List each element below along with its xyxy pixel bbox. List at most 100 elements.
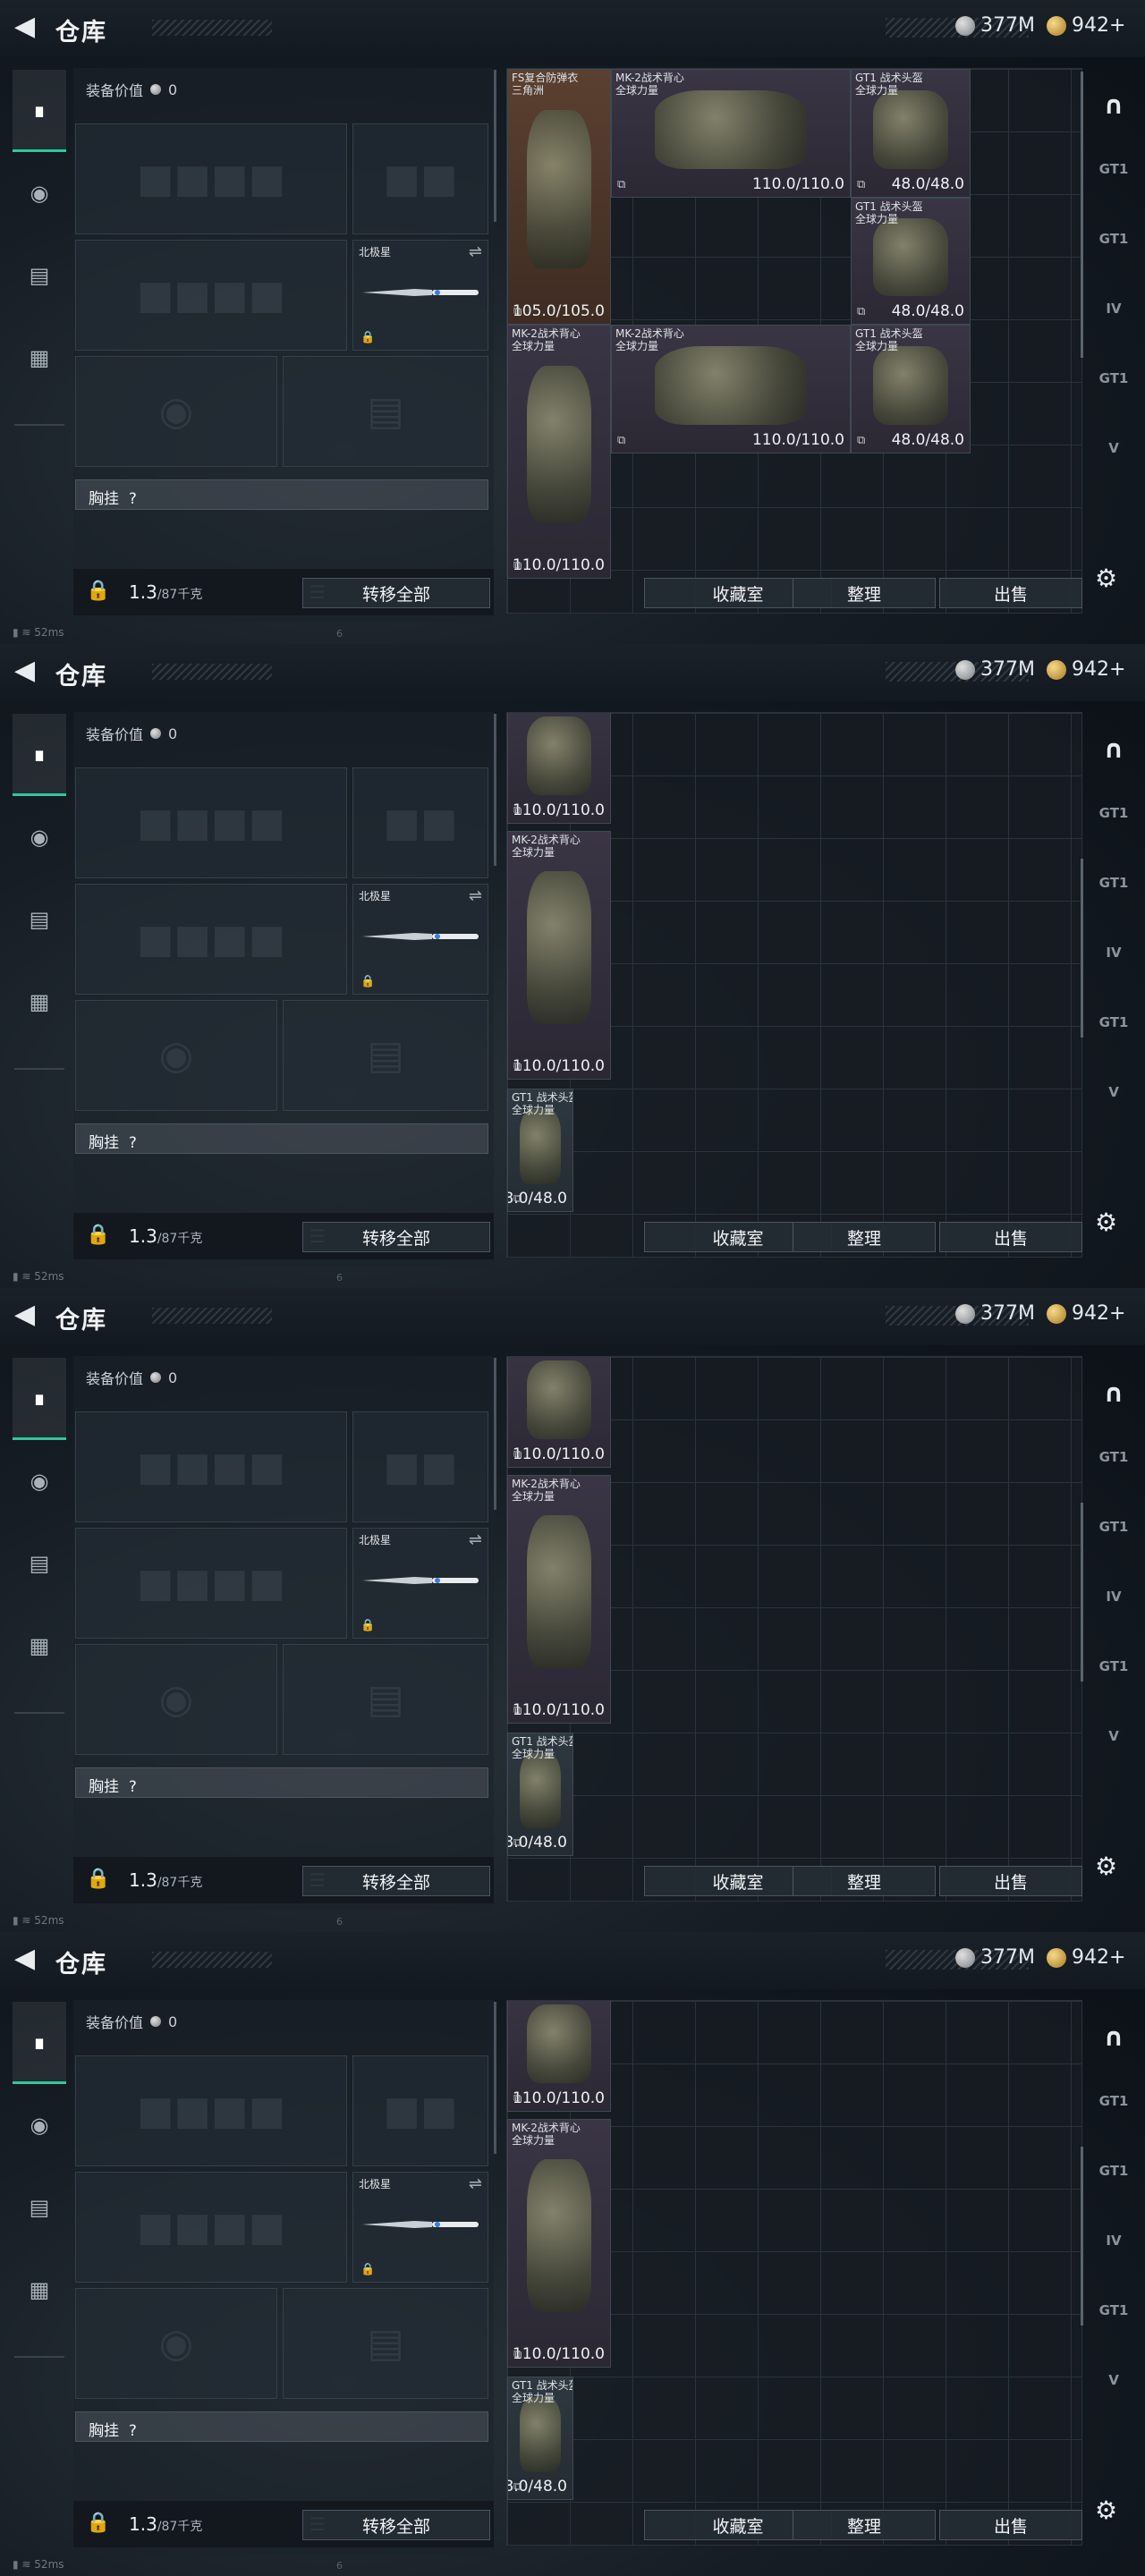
right-nav-item[interactable]: GT1 xyxy=(1091,791,1136,835)
storage-grid[interactable]: 110.0/110.0 ⧉ MK-2战术背心 全球力量 110.0/110.0 ⧉ GT1… xyxy=(506,2000,1082,2546)
back-button[interactable]: ◀ xyxy=(14,657,39,684)
right-nav-item[interactable]: IV xyxy=(1091,286,1136,331)
secondary-weapon-slot[interactable]: ■■■■ xyxy=(75,1528,347,1639)
silver-currency[interactable]: 377M xyxy=(955,14,1035,37)
right-nav-item[interactable]: GT1 xyxy=(1091,2148,1136,2193)
back-button[interactable]: ◀ xyxy=(14,1945,39,1972)
storage-scrollbar[interactable] xyxy=(1081,72,1083,358)
nav-weapons[interactable]: ∎ xyxy=(13,1358,66,1440)
settings-gear-icon[interactable]: ⚙ xyxy=(1095,564,1117,593)
pistol-slot[interactable]: ■■ xyxy=(352,767,488,878)
swap-icon[interactable]: ⇌ xyxy=(469,886,482,905)
silver-currency[interactable]: 377M xyxy=(955,658,1035,681)
storage-item[interactable]: GT1 战术头盔 全球力量48.0/48.0⧉ xyxy=(851,325,971,453)
warehouse-tab[interactable]: ∩ xyxy=(1091,82,1136,127)
nav-consumables[interactable]: ▤ xyxy=(13,234,66,317)
swap-icon[interactable]: ⇌ xyxy=(469,1530,482,1549)
right-nav-item[interactable]: GT1 xyxy=(1091,1504,1136,1549)
nav-backpack[interactable]: ▦ xyxy=(13,1605,66,1687)
nav-backpack[interactable]: ▦ xyxy=(13,317,66,399)
right-nav-item[interactable]: V xyxy=(1091,1714,1136,1758)
storage-grid[interactable]: 110.0/110.0 ⧉ MK-2战术背心 全球力量 110.0/110.0 ⧉ GT1… xyxy=(506,712,1082,1258)
warehouse-tab[interactable]: ∩ xyxy=(1091,2014,1136,2059)
silver-currency[interactable]: 377M xyxy=(955,1302,1035,1325)
primary-weapon-slot[interactable]: ■■■■ xyxy=(75,2055,347,2166)
nav-backpack[interactable]: ▦ xyxy=(13,2249,66,2331)
primary-weapon-slot[interactable]: ■■■■ xyxy=(75,123,347,234)
right-nav-item[interactable]: V xyxy=(1091,2358,1136,2402)
secondary-weapon-slot[interactable]: ■■■■ xyxy=(75,884,347,995)
right-nav-item[interactable]: IV xyxy=(1091,1574,1136,1619)
gold-currency[interactable]: 942+ xyxy=(1047,14,1125,37)
nav-backpack[interactable]: ▦ xyxy=(13,961,66,1043)
nav-consumables[interactable]: ▤ xyxy=(13,1522,66,1605)
right-nav-item[interactable]: IV xyxy=(1091,930,1136,975)
armor-slot[interactable]: ▤ xyxy=(283,356,488,467)
storage-scrollbar[interactable] xyxy=(1081,2147,1083,2326)
gold-currency[interactable]: 942+ xyxy=(1047,658,1125,681)
storage-item[interactable]: MK-2战术背心 全球力量 110.0/110.0 ⧉ xyxy=(611,69,851,198)
storage-item[interactable]: GT1 战术头盔 全球力量48.0/48.0⧉ xyxy=(507,1089,573,1212)
melee-slot[interactable]: 北极星 ⇌ 🔒 xyxy=(352,2172,488,2283)
nav-weapons[interactable]: ∎ xyxy=(13,70,66,152)
armor-slot[interactable]: ▤ xyxy=(283,2288,488,2399)
armor-slot[interactable]: ▤ xyxy=(283,1000,488,1111)
storage-item[interactable]: MK-2战术背心 全球力量 110.0/110.0 ⧉ xyxy=(507,325,611,579)
storage-item[interactable]: MK-2战术背心 全球力量 110.0/110.0 ⧉ xyxy=(507,1475,611,1724)
storage-item[interactable]: GT1 战术头盔 全球力量48.0/48.0⧉ xyxy=(851,69,971,198)
gold-currency[interactable]: 942+ xyxy=(1047,1946,1125,1969)
primary-weapon-slot[interactable]: ■■■■ xyxy=(75,1411,347,1522)
storage-grid[interactable]: FS复合防弹衣 三角洲 105.0/105.0 ⧉ MK-2战术背心 全球力量 110.… xyxy=(506,68,1082,614)
secondary-weapon-slot[interactable]: ■■■■ xyxy=(75,240,347,351)
right-nav-item[interactable]: GT1 xyxy=(1091,147,1136,191)
weight-lock-icon[interactable]: 🔒 xyxy=(86,2512,110,2534)
sort-button[interactable]: 整理 xyxy=(793,1866,936,1896)
right-nav-item[interactable]: GT1 xyxy=(1091,2288,1136,2333)
right-nav-item[interactable]: V xyxy=(1091,1070,1136,1114)
settings-gear-icon[interactable]: ⚙ xyxy=(1095,2496,1117,2525)
storage-item[interactable]: FS复合防弹衣 三角洲 105.0/105.0 ⧉ xyxy=(507,69,611,325)
pistol-slot[interactable]: ■■ xyxy=(352,123,488,234)
transfer-all-button[interactable]: 转移全部 xyxy=(302,1222,490,1252)
sell-button[interactable]: 出售 xyxy=(939,2510,1082,2540)
sell-button[interactable]: 出售 xyxy=(939,1866,1082,1896)
swap-icon[interactable]: ⇌ xyxy=(469,2174,482,2193)
helmet-slot[interactable]: ◉ xyxy=(75,1644,277,1755)
storage-item[interactable]: GT1 战术头盔 全球力量48.0/48.0⧉ xyxy=(507,2377,573,2500)
melee-slot[interactable]: 北极星 ⇌ 🔒 xyxy=(352,1528,488,1639)
transfer-all-button[interactable]: 转移全部 xyxy=(302,2510,490,2540)
helmet-slot[interactable]: ◉ xyxy=(75,356,277,467)
silver-currency[interactable]: 377M xyxy=(955,1946,1035,1969)
storage-item[interactable]: 110.0/110.0 ⧉ xyxy=(507,2001,611,2112)
nav-consumables[interactable]: ▤ xyxy=(13,2166,66,2249)
back-button[interactable]: ◀ xyxy=(14,13,39,40)
storage-item[interactable]: 110.0/110.0 ⧉ xyxy=(507,713,611,824)
storage-item[interactable]: MK-2战术背心 全球力量 110.0/110.0 ⧉ xyxy=(507,831,611,1080)
storage-scrollbar[interactable] xyxy=(1081,1503,1083,1682)
weight-lock-icon[interactable]: 🔒 xyxy=(86,1868,110,1890)
swap-icon[interactable]: ⇌ xyxy=(469,242,482,261)
sort-button[interactable]: 整理 xyxy=(793,2510,936,2540)
equipment-scrollbar[interactable] xyxy=(494,714,496,866)
melee-slot[interactable]: 北极星 ⇌ 🔒 xyxy=(352,240,488,351)
primary-weapon-slot[interactable]: ■■■■ xyxy=(75,767,347,878)
chest-rig-bar[interactable]: 胸挂 ? xyxy=(75,1767,488,1798)
pistol-slot[interactable]: ■■ xyxy=(352,1411,488,1522)
nav-armor[interactable]: ◉ xyxy=(13,1440,66,1522)
right-nav-item[interactable]: GT1 xyxy=(1091,1000,1136,1045)
right-nav-item[interactable]: GT1 xyxy=(1091,2079,1136,2123)
equipment-scrollbar[interactable] xyxy=(494,2002,496,2154)
transfer-all-button[interactable]: 转移全部 xyxy=(302,578,490,608)
weight-lock-icon[interactable]: 🔒 xyxy=(86,1224,110,1246)
storage-scrollbar[interactable] xyxy=(1081,859,1083,1038)
nav-weapons[interactable]: ∎ xyxy=(13,714,66,796)
settings-gear-icon[interactable]: ⚙ xyxy=(1095,1852,1117,1881)
secondary-weapon-slot[interactable]: ■■■■ xyxy=(75,2172,347,2283)
settings-gear-icon[interactable]: ⚙ xyxy=(1095,1208,1117,1237)
storage-item[interactable]: 110.0/110.0 ⧉ xyxy=(507,1357,611,1468)
storage-grid[interactable]: 110.0/110.0 ⧉ MK-2战术背心 全球力量 110.0/110.0 ⧉ GT1… xyxy=(506,1356,1082,1902)
nav-armor[interactable]: ◉ xyxy=(13,2084,66,2166)
nav-armor[interactable]: ◉ xyxy=(13,796,66,878)
nav-weapons[interactable]: ∎ xyxy=(13,2002,66,2084)
chest-rig-bar[interactable]: 胸挂 ? xyxy=(75,2411,488,2442)
